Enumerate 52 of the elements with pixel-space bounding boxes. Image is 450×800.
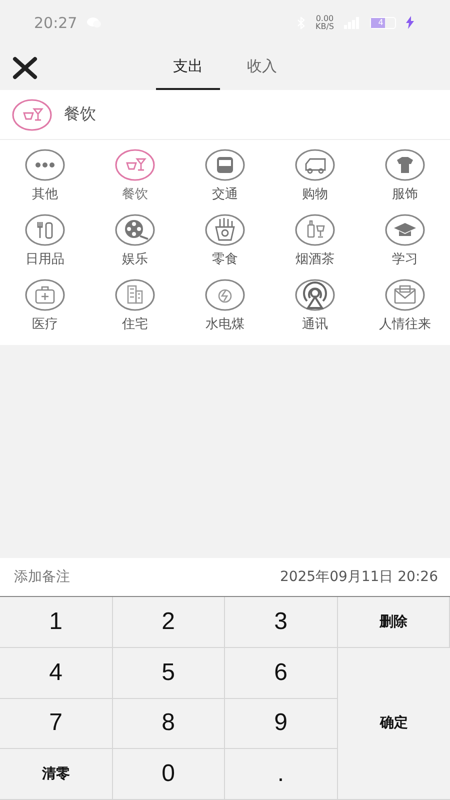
current-category: 餐饮 bbox=[64, 104, 96, 125]
building-icon bbox=[115, 278, 155, 312]
category-item[interactable]: 交通 bbox=[180, 148, 270, 209]
bolt-icon bbox=[205, 278, 245, 312]
film-icon bbox=[115, 213, 155, 247]
truck-icon bbox=[295, 148, 335, 182]
dining-icon bbox=[12, 98, 52, 132]
category-item[interactable]: 其他 bbox=[0, 148, 90, 209]
number-key[interactable]: 7 bbox=[0, 698, 112, 750]
number-key[interactable]: 9 bbox=[225, 698, 338, 750]
number-key[interactable]: . bbox=[225, 749, 338, 800]
number-key[interactable]: 8 bbox=[112, 698, 225, 750]
number-key[interactable]: 1 bbox=[0, 597, 112, 648]
action-key[interactable]: 删除 bbox=[338, 597, 450, 648]
fries-icon bbox=[205, 213, 245, 247]
number-key[interactable]: 5 bbox=[112, 648, 225, 698]
bus-icon bbox=[205, 148, 245, 182]
category-item[interactable]: 购物 bbox=[270, 148, 360, 209]
number-key[interactable]: 3 bbox=[225, 597, 338, 648]
shirt-icon bbox=[385, 148, 425, 182]
category-item[interactable]: 人情往来 bbox=[360, 278, 450, 339]
charging-icon bbox=[406, 16, 414, 29]
dining-icon bbox=[115, 148, 155, 182]
envelope-icon bbox=[385, 278, 425, 312]
battery-icon: 4 bbox=[370, 16, 396, 28]
bottle-icon bbox=[295, 213, 335, 247]
note-field[interactable]: 添加备注 bbox=[12, 568, 152, 586]
category-item[interactable]: 零食 bbox=[180, 213, 270, 274]
category-item[interactable]: 服饰 bbox=[360, 148, 450, 209]
number-key[interactable]: 2 bbox=[112, 597, 225, 648]
category-item[interactable]: 学习 bbox=[360, 213, 450, 274]
network-speed: 0.00 KB/S bbox=[315, 14, 334, 30]
number-key[interactable]: 4 bbox=[0, 648, 112, 698]
category-item[interactable]: 水电煤 bbox=[180, 278, 270, 339]
tab[interactable]: 收入 bbox=[230, 45, 294, 90]
action-key[interactable]: 清零 bbox=[0, 749, 112, 800]
cap-icon bbox=[385, 213, 425, 247]
antenna-icon bbox=[295, 278, 335, 312]
medkit-icon bbox=[25, 278, 65, 312]
category-item[interactable]: 医疗 bbox=[0, 278, 90, 339]
date-time[interactable]: 2025年09月11日 20:26 bbox=[280, 568, 438, 586]
status-time: 20:27 bbox=[34, 14, 78, 32]
dots-icon bbox=[25, 148, 65, 182]
category-item[interactable]: 娱乐 bbox=[90, 213, 180, 274]
category-item[interactable]: 烟酒茶 bbox=[270, 213, 360, 274]
category-item[interactable]: 日用品 bbox=[0, 213, 90, 274]
toiletries-icon bbox=[25, 213, 65, 247]
number-key[interactable]: 6 bbox=[225, 648, 338, 698]
category-item[interactable]: 住宅 bbox=[90, 278, 180, 339]
category-item[interactable]: 餐饮 bbox=[90, 148, 180, 209]
number-key[interactable]: 0 bbox=[112, 749, 225, 800]
category-item[interactable]: 通讯 bbox=[270, 278, 360, 339]
